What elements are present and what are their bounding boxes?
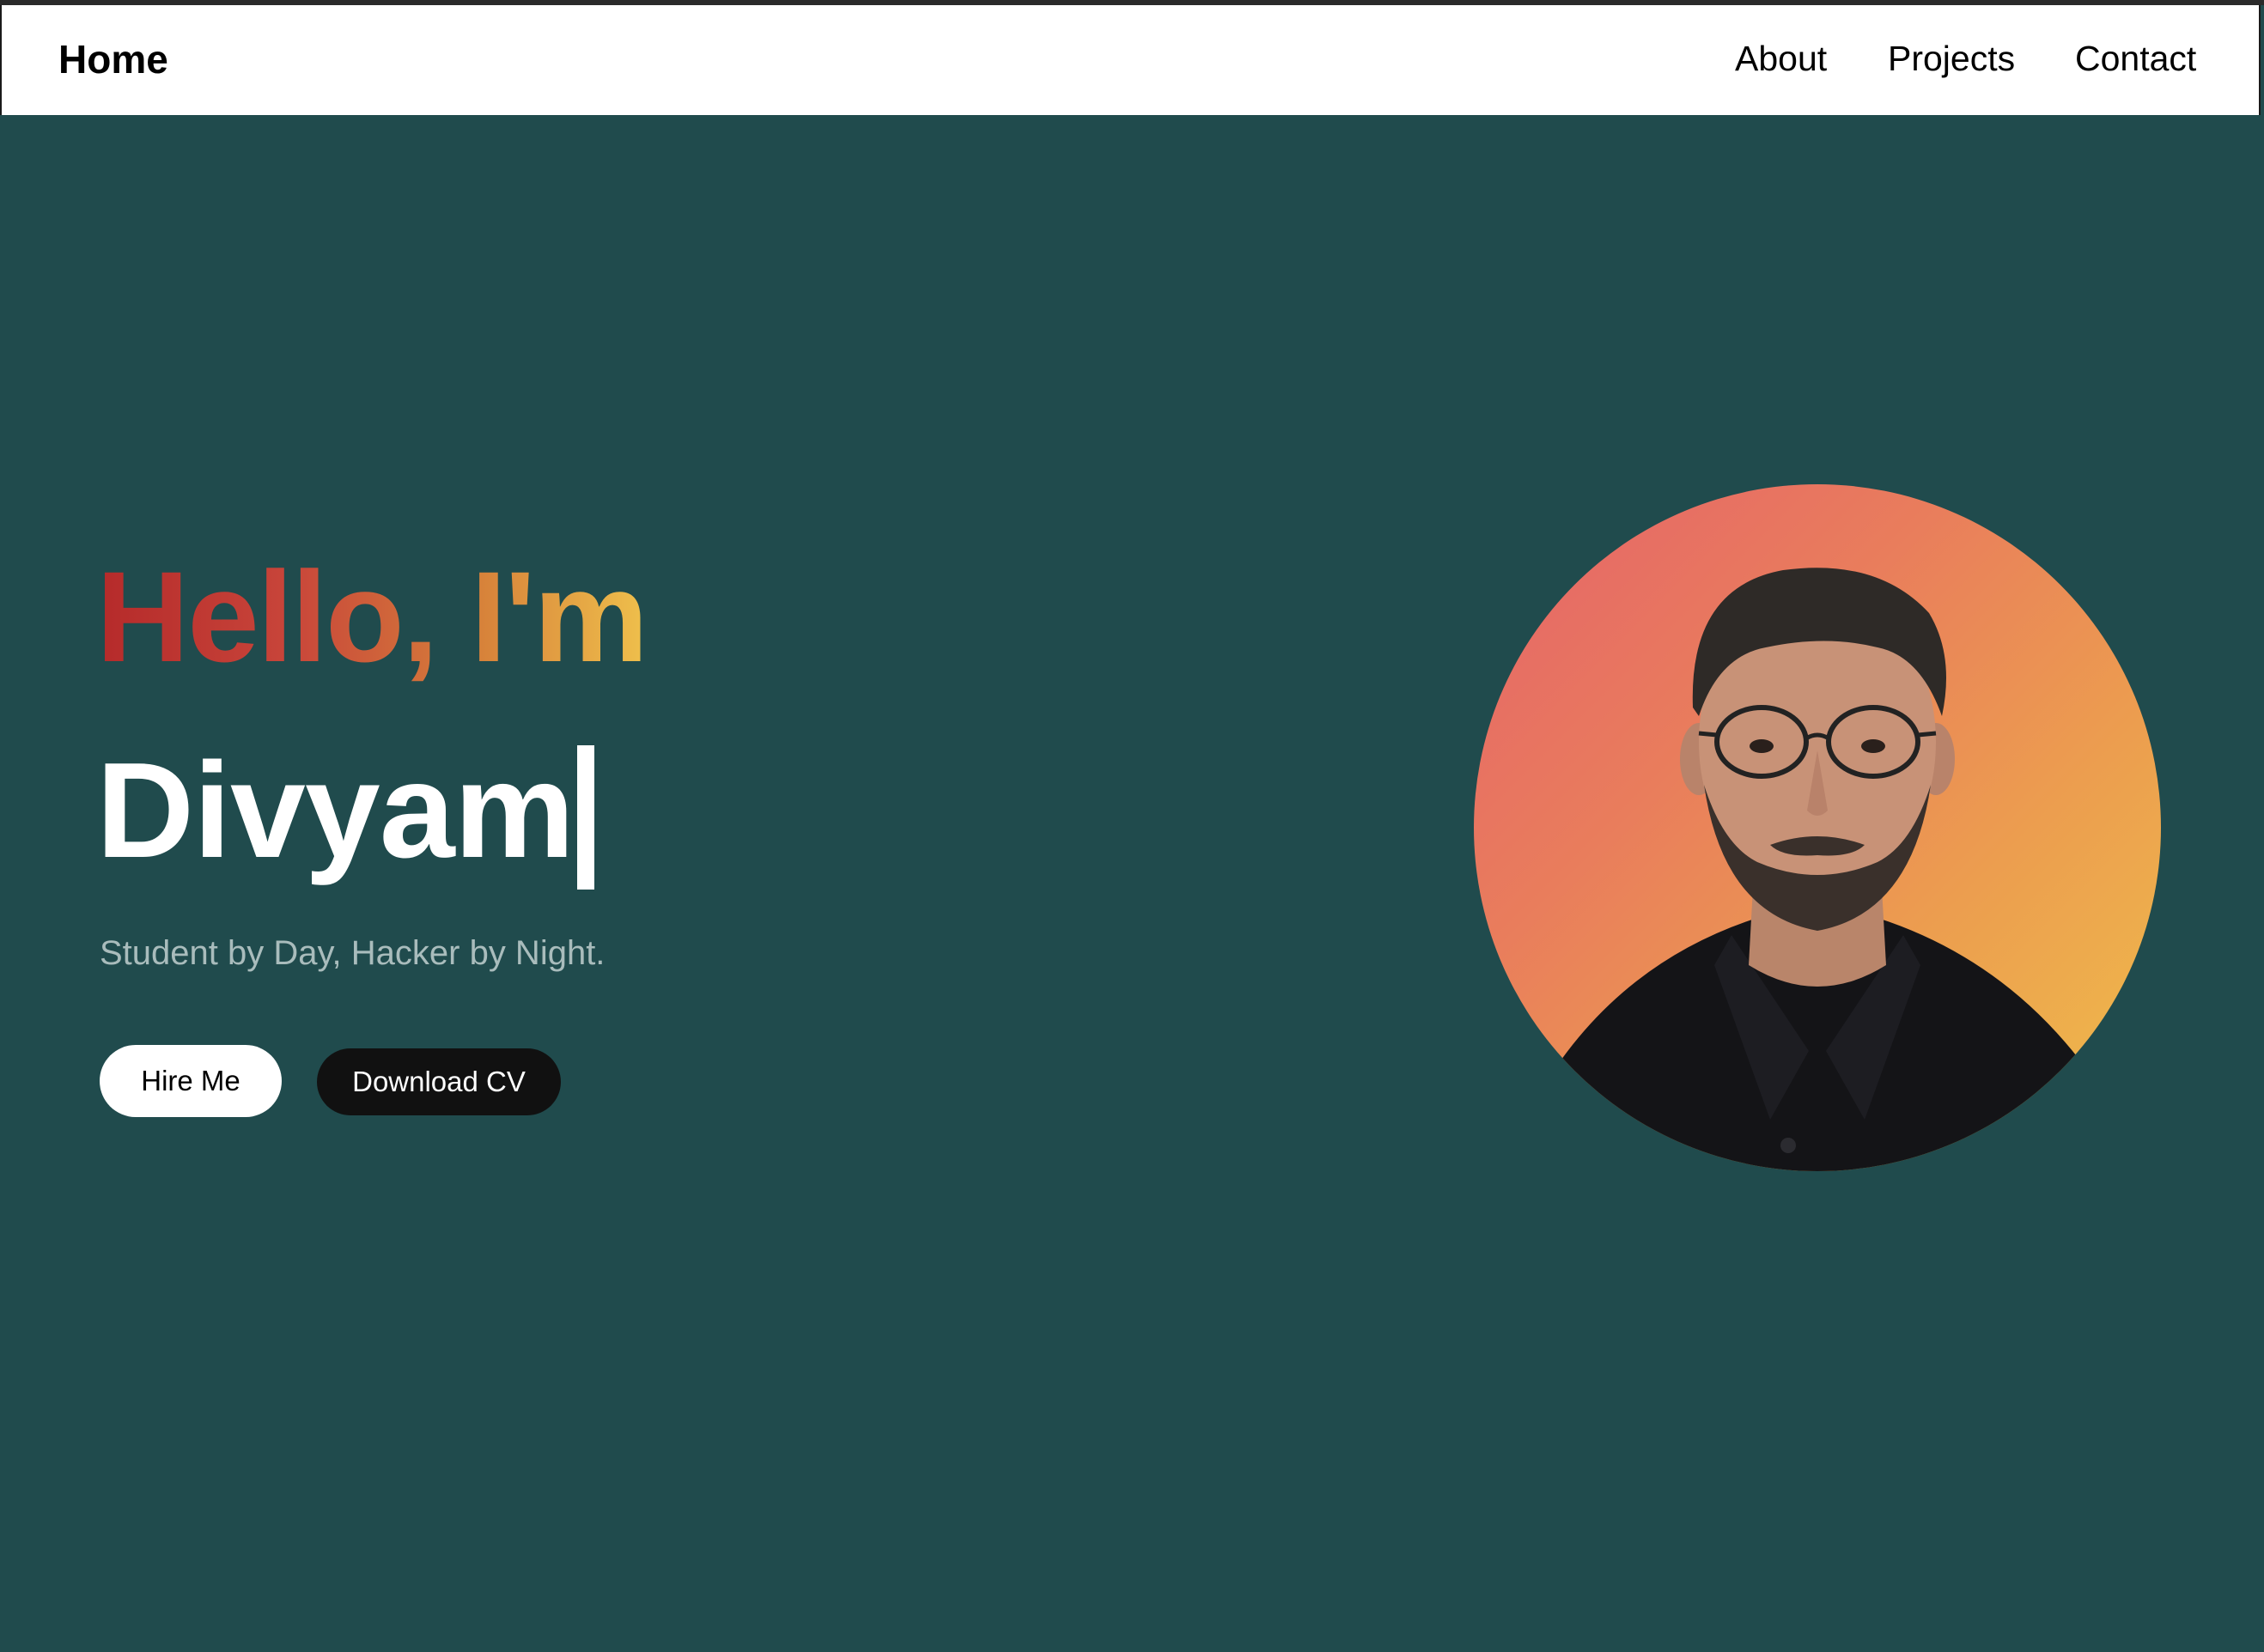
navbar: Home About Projects Contact <box>0 5 2261 115</box>
nav-about-link[interactable]: About <box>1735 38 1827 80</box>
typing-cursor <box>577 745 595 890</box>
nav-contact-link[interactable]: Contact <box>2075 38 2196 80</box>
hero-tagline: Student by Day, Hacker by Night. <box>100 934 606 972</box>
profile-photo <box>1508 568 2127 1171</box>
hire-me-button[interactable]: Hire Me <box>100 1045 282 1117</box>
hero-greeting: Hello, I'm <box>96 544 648 689</box>
nav-home-link[interactable]: Home <box>58 36 168 83</box>
hero-name: Divyam <box>96 735 575 886</box>
download-cv-button[interactable]: Download CV <box>317 1048 561 1115</box>
hero-name-line: Divyam <box>96 739 595 890</box>
nav-projects-link[interactable]: Projects <box>1888 38 2015 80</box>
profile-avatar <box>1474 484 2161 1171</box>
